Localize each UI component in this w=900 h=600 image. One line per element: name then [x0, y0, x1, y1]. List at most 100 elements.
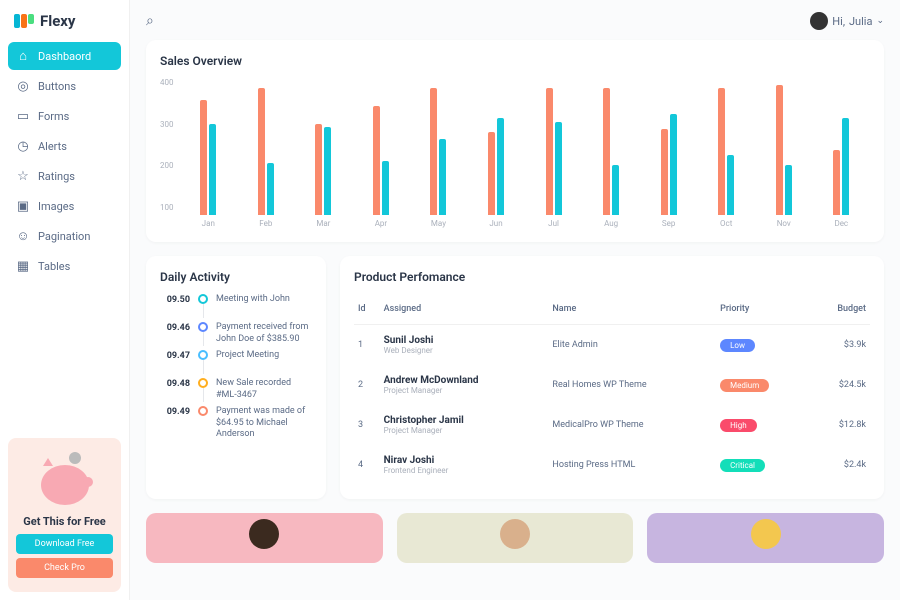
nav-icon: ◷: [16, 139, 30, 153]
month-label: Aug: [604, 219, 618, 228]
nav-icon: ☺: [16, 229, 30, 243]
promo-title: Get This for Free: [16, 515, 113, 528]
activity-text: New Sale recorded #ML-3467: [216, 378, 312, 401]
chart-bar: [497, 118, 504, 216]
topbar: ⌕ Hi, Julia ⌄: [146, 8, 884, 40]
chart-bar: [842, 118, 849, 216]
sidebar-item-forms[interactable]: ▭Forms: [8, 102, 121, 130]
month-label: Jan: [202, 219, 215, 228]
month-label: Mar: [316, 219, 330, 228]
chart-month-col: Jun: [467, 85, 525, 228]
sidebar-item-pagination[interactable]: ☺ Pagination: [8, 222, 121, 250]
nav-icon: ☆: [16, 169, 30, 183]
cell-budget: $12.8k: [810, 405, 870, 445]
user-greeting: Hi,: [832, 15, 845, 28]
sidebar-item-dashbaord[interactable]: ⌂Dashbaord: [8, 42, 121, 70]
activity-time: 09.46: [160, 322, 190, 333]
month-label: Oct: [720, 219, 732, 228]
user-name: Julia: [849, 15, 872, 28]
th-budget: Budget: [810, 294, 870, 325]
sidebar-item-ratings[interactable]: ☆Ratings: [8, 162, 121, 190]
promo-card: Get This for Free Download Free Check Pr…: [8, 438, 121, 592]
brand-name: Flexy: [40, 12, 76, 30]
cell-priority: Critical: [716, 445, 810, 485]
main-content: ⌕ Hi, Julia ⌄ Sales Overview 40030020010…: [130, 0, 900, 600]
daily-activity-card: Daily Activity 09.50Meeting with John09.…: [146, 256, 326, 499]
sidebar-item-tables[interactable]: ▦ Tables: [8, 252, 121, 280]
sidebar: Flexy ⌂Dashbaord ◎ Buttons ▭Forms ◷ Alerts ☆Ra…: [0, 0, 130, 600]
chart-month-col: May: [410, 85, 468, 228]
download-free-button[interactable]: Download Free: [16, 534, 113, 554]
check-pro-button[interactable]: Check Pro: [16, 558, 113, 578]
sidebar-item-label: Buttons: [38, 80, 76, 93]
month-label: Apr: [375, 219, 387, 228]
chart-bar: [439, 139, 446, 215]
search-icon[interactable]: ⌕: [146, 13, 154, 29]
timeline-dot-icon: [198, 406, 208, 416]
activity-text: Payment received from John Doe of $385.9…: [216, 322, 312, 345]
daily-activity-title: Daily Activity: [160, 270, 312, 284]
th-priority: Priority: [716, 294, 810, 325]
activity-time: 09.48: [160, 378, 190, 389]
sidebar-item-alerts[interactable]: ◷ Alerts: [8, 132, 121, 160]
th-id: Id: [354, 294, 380, 325]
chart-bar: [315, 124, 322, 215]
chart-bar: [324, 127, 331, 215]
sidebar-item-label: Forms: [38, 110, 69, 123]
cell-budget: $3.9k: [810, 325, 870, 366]
y-tick: 200: [160, 161, 174, 170]
nav-icon: ◎: [16, 79, 30, 93]
chart-bar: [833, 150, 840, 215]
chart-bar: [612, 165, 619, 215]
activity-text: Payment was made of $64.95 to Michael An…: [216, 406, 312, 441]
cell-assigned: Christopher JamilProject Manager: [380, 405, 549, 445]
month-label: Feb: [259, 219, 272, 228]
image-cards-row: [146, 513, 884, 563]
table-row: 2Andrew McDownlandProject ManagerReal Ho…: [354, 365, 870, 405]
chart-month-col: Aug: [582, 85, 640, 228]
cell-name: Hosting Press HTML: [548, 445, 716, 485]
user-menu[interactable]: Hi, Julia ⌄: [810, 12, 884, 30]
piggy-bank-icon: [35, 452, 95, 507]
activity-time: 09.47: [160, 350, 190, 361]
cell-name: MedicalPro WP Theme: [548, 405, 716, 445]
activity-row: 09.49Payment was made of $64.95 to Micha…: [160, 406, 312, 441]
image-card[interactable]: [146, 513, 383, 563]
product-performance-card: Product Perfomance Id Assigned Name Prio…: [340, 256, 884, 499]
activity-row: 09.48 New Sale recorded #ML-3467: [160, 378, 312, 402]
chart-month-col: Apr: [352, 85, 410, 228]
month-label: Jun: [489, 219, 502, 228]
sidebar-item-label: Pagination: [38, 230, 90, 243]
timeline-dot-icon: [198, 378, 208, 388]
image-card[interactable]: [397, 513, 634, 563]
month-label: May: [431, 219, 446, 228]
nav-icon: ▦: [16, 259, 30, 273]
sales-overview-title: Sales Overview: [160, 54, 870, 68]
priority-badge: Low: [720, 339, 755, 352]
activity-text: Meeting with John: [216, 294, 312, 306]
image-card[interactable]: [647, 513, 884, 563]
sidebar-item-label: Dashbaord: [38, 50, 91, 63]
chart-month-col: Jan: [180, 85, 238, 228]
chart-bar: [718, 88, 725, 215]
chart-bar: [661, 129, 668, 215]
chart-month-col: Oct: [697, 85, 755, 228]
chart-bar: [670, 114, 677, 215]
priority-badge: Medium: [720, 379, 769, 392]
table-row: 4Nirav JoshiFrontend EngineerHosting Pre…: [354, 445, 870, 485]
y-tick: 100: [160, 203, 174, 212]
logo-mark-icon: [14, 14, 34, 28]
nav-icon: ▣: [16, 199, 30, 213]
priority-badge: Critical: [720, 459, 765, 472]
sidebar-item-label: Images: [38, 200, 74, 213]
sidebar-item-images[interactable]: ▣ Images: [8, 192, 121, 220]
product-performance-title: Product Perfomance: [354, 270, 870, 284]
chart-month-col: Jul: [525, 85, 583, 228]
sidebar-item-buttons[interactable]: ◎ Buttons: [8, 72, 121, 100]
sidebar-item-label: Alerts: [38, 140, 67, 153]
cell-priority: Medium: [716, 365, 810, 405]
sidebar-item-label: Tables: [38, 260, 70, 273]
priority-badge: High: [720, 419, 757, 432]
brand-logo: Flexy: [8, 8, 121, 42]
chart-month-col: Sep: [640, 85, 698, 228]
